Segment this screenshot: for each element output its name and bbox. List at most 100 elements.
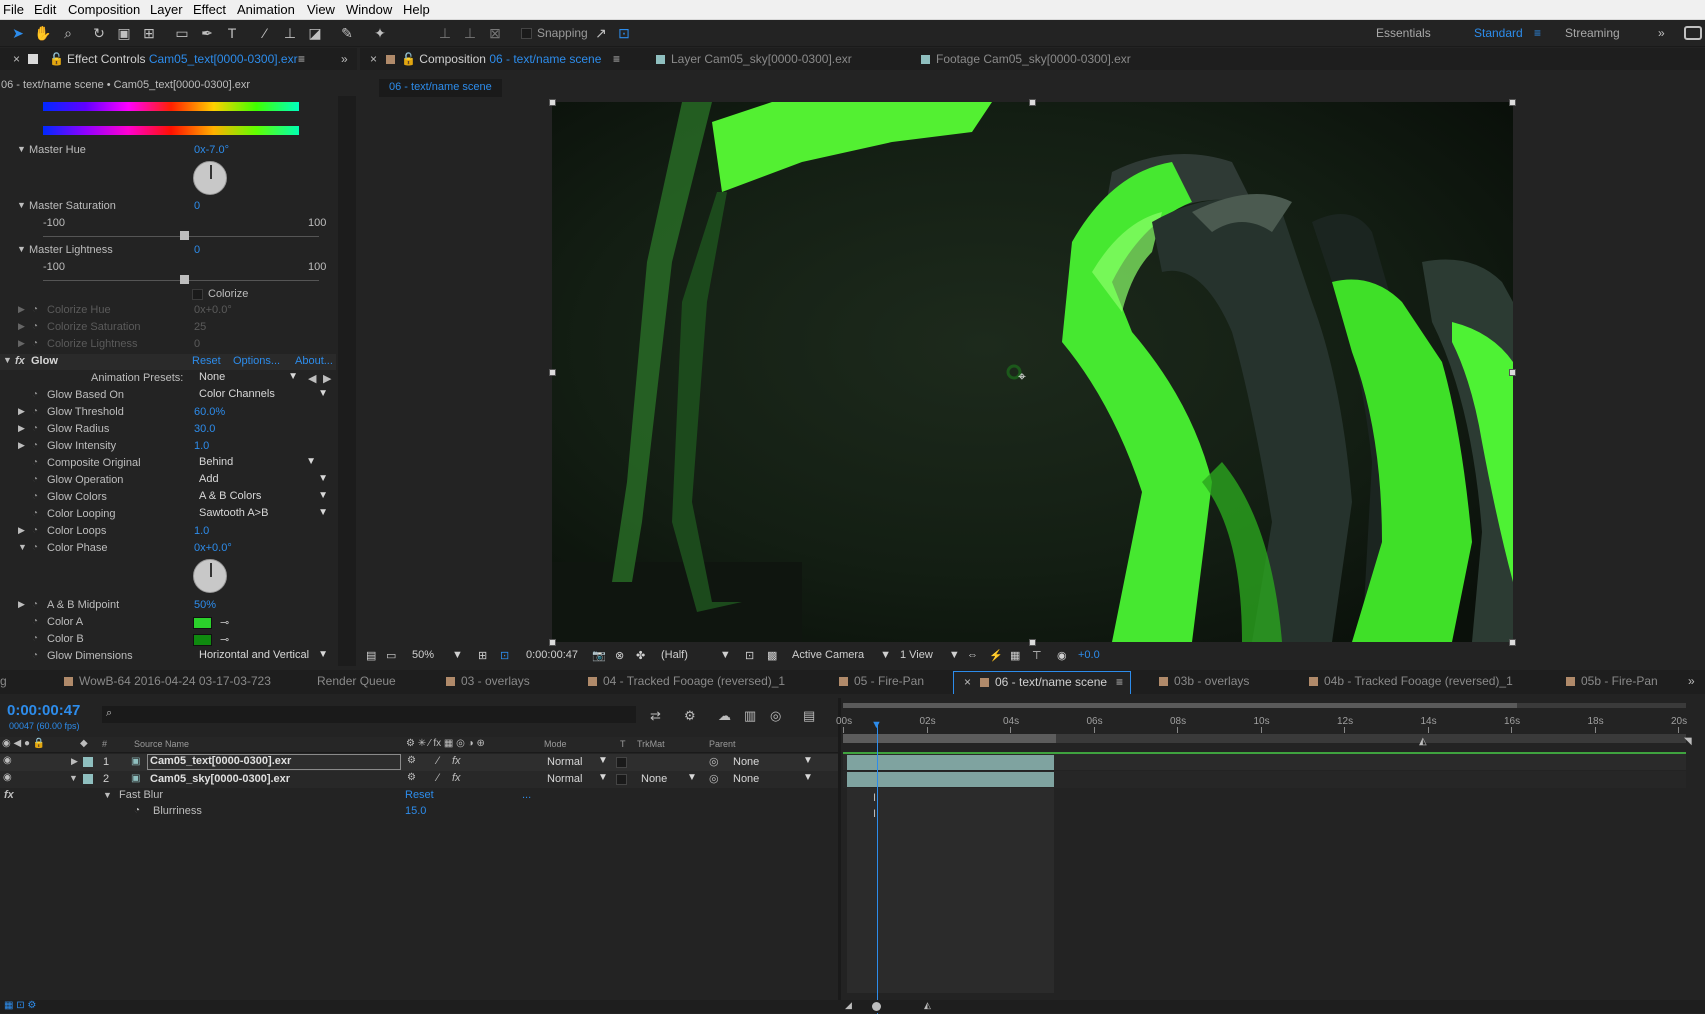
layer-1-bar[interactable] bbox=[847, 755, 1054, 770]
pan-behind-tool-icon[interactable]: ⊞ bbox=[140, 24, 158, 42]
eraser-tool-icon[interactable]: ◪ bbox=[306, 24, 324, 42]
region-of-interest-icon[interactable]: ⊡ bbox=[745, 649, 754, 662]
layer-handle-bl[interactable] bbox=[549, 639, 556, 646]
motion-blur-icon[interactable]: ◎ bbox=[770, 708, 781, 724]
close-comp-tab-icon[interactable]: × bbox=[370, 52, 377, 66]
color-b-eyedropper-icon[interactable]: ⊸ bbox=[220, 633, 229, 646]
blurriness-row[interactable]: ◔ Blurriness 15.0 bbox=[0, 804, 838, 821]
glow-colors-dropdown[interactable]: A & B Colors ▼ bbox=[194, 490, 330, 505]
timeline-tab-0[interactable]: g bbox=[0, 674, 7, 688]
layer-row-2[interactable]: ◉ ▼ 2 ▣ Cam05_sky[0000-0300].exr ⚙ ⁄ fx … bbox=[0, 771, 838, 788]
world-axis-icon[interactable]: ⊥ bbox=[461, 24, 479, 42]
snap-features-icon[interactable]: ⊡ bbox=[615, 24, 633, 42]
pen-tool-icon[interactable]: ✒ bbox=[198, 24, 216, 42]
brush-tool-icon[interactable]: ⁄ bbox=[256, 24, 274, 42]
colorize-checkbox[interactable] bbox=[192, 289, 203, 300]
color-looping-dropdown[interactable]: Sawtooth A>B ▼ bbox=[194, 507, 330, 522]
layer-handle-tc[interactable] bbox=[1029, 99, 1036, 106]
layer-handle-tl[interactable] bbox=[549, 99, 556, 106]
fast-previews-icon[interactable]: ⚡ bbox=[989, 649, 1003, 662]
selection-tool-icon[interactable]: ➤ bbox=[9, 24, 27, 42]
clone-stamp-tool-icon[interactable]: ⊥ bbox=[281, 24, 299, 42]
layer-1-mode[interactable]: Normal bbox=[547, 756, 582, 768]
comp-mini-flowchart-icon[interactable]: ⇄ bbox=[650, 708, 661, 724]
snap-edges-icon[interactable]: ↗ bbox=[592, 24, 610, 42]
glow-operation-dropdown[interactable]: Add ▼ bbox=[194, 473, 330, 488]
navigator-range[interactable] bbox=[843, 703, 1517, 708]
layer-handle-mr[interactable] bbox=[1509, 369, 1516, 376]
zoom-dropdown[interactable]: 50% ▼ bbox=[412, 649, 463, 661]
animation-presets-dropdown[interactable]: None ▼ bbox=[194, 371, 300, 386]
panel-divider[interactable] bbox=[838, 698, 841, 1013]
workspace-essentials[interactable]: Essentials bbox=[1376, 26, 1431, 40]
color-b-swatch[interactable] bbox=[193, 634, 212, 646]
title-safe-icon[interactable]: ⊞ bbox=[478, 649, 487, 662]
monitor-icon[interactable]: ▭ bbox=[386, 649, 396, 662]
zoom-tool-icon[interactable]: ⌕ bbox=[59, 24, 77, 42]
layer-2-name[interactable]: Cam05_sky[0000-0300].exr bbox=[150, 773, 290, 785]
menu-file[interactable]: File bbox=[3, 2, 24, 17]
timeline-icon[interactable]: ▦ bbox=[1010, 649, 1020, 662]
color-phase-dial[interactable] bbox=[193, 559, 227, 593]
color-a-eyedropper-icon[interactable]: ⊸ bbox=[220, 616, 229, 629]
workspace-menu-icon[interactable]: ≡ bbox=[1534, 26, 1541, 40]
timeline-tab-5[interactable]: 05 - Fire-Pan bbox=[839, 674, 924, 688]
zoom-slider-handle[interactable] bbox=[872, 1002, 881, 1011]
layer-2-trkmat[interactable]: None bbox=[641, 773, 667, 785]
preset-next-icon[interactable]: ▶ bbox=[323, 372, 331, 385]
glow-dimensions-dropdown[interactable]: Horizontal and Vertical ▼ bbox=[194, 649, 330, 664]
fast-blur-options-link[interactable]: ... bbox=[522, 789, 531, 801]
layer-handle-tr[interactable] bbox=[1509, 99, 1516, 106]
layer-2-parent[interactable]: None bbox=[733, 773, 759, 785]
master-hue-row[interactable]: ▼ Master Hue 0x-7.0° bbox=[0, 143, 336, 159]
color-phase-row[interactable]: ▼ ◔ Color Phase 0x+0.0° bbox=[0, 541, 336, 557]
transparency-grid-icon[interactable]: ▩ bbox=[767, 649, 777, 662]
preserve-transparency-checkbox[interactable] bbox=[616, 774, 627, 785]
parent-header[interactable]: Parent bbox=[709, 739, 736, 749]
rectangle-tool-icon[interactable]: ▭ bbox=[173, 24, 191, 42]
saturation-slider-handle[interactable] bbox=[180, 231, 189, 240]
timeline-active-tab[interactable]: × 06 - text/name scene ≡ bbox=[953, 671, 1131, 694]
viewer-timecode[interactable]: 0:00:00:47 bbox=[526, 649, 578, 661]
search-help-icon[interactable] bbox=[1684, 26, 1702, 40]
menu-composition[interactable]: Composition bbox=[68, 2, 140, 17]
snapping-checkbox[interactable] bbox=[521, 28, 532, 39]
glow-intensity-row[interactable]: ▶ ◔ Glow Intensity 1.0 bbox=[0, 439, 336, 455]
resolution-dropdown[interactable]: (Half) ▼ bbox=[661, 649, 731, 661]
blurriness-value[interactable]: 15.0 bbox=[405, 805, 426, 817]
channel-icon[interactable]: ✤ bbox=[636, 649, 645, 662]
mode-header[interactable]: Mode bbox=[544, 739, 567, 749]
rotate-tool-icon[interactable]: ↻ bbox=[90, 24, 108, 42]
glow-based-on-dropdown[interactable]: Color Channels ▼ bbox=[194, 388, 330, 403]
layer-label-color[interactable] bbox=[83, 757, 93, 767]
comp-tab[interactable]: 🔓 Composition 06 - text/name scene bbox=[386, 52, 601, 66]
toggle-pixel-aspect-icon[interactable]: ⇔ bbox=[967, 649, 978, 661]
menu-view[interactable]: View bbox=[307, 2, 335, 17]
view-axis-icon[interactable]: ⊠ bbox=[486, 24, 504, 42]
trkmat-header[interactable]: TrkMat bbox=[637, 739, 665, 749]
lock-icon[interactable]: 🔓 bbox=[49, 52, 64, 66]
preserve-transparency-checkbox[interactable] bbox=[616, 757, 627, 768]
menu-window[interactable]: Window bbox=[346, 2, 392, 17]
timeline-tab-render-queue[interactable]: Render Queue bbox=[317, 674, 396, 688]
master-lightness-row[interactable]: ▼ Master Lightness 0 bbox=[0, 243, 336, 259]
timeline-tab-9[interactable]: 05b - Fire-Pan bbox=[1566, 674, 1658, 688]
menu-layer[interactable]: Layer bbox=[150, 2, 183, 17]
effect-controls-tab[interactable]: Effect Controls Cam05_text[0000-0300].ex… bbox=[67, 52, 298, 66]
lightness-slider-handle[interactable] bbox=[180, 275, 189, 284]
menu-edit[interactable]: Edit bbox=[34, 2, 56, 17]
type-tool-icon[interactable]: T bbox=[223, 24, 241, 42]
hide-shy-layers-icon[interactable]: ☁ bbox=[718, 708, 731, 724]
layer-label-color[interactable] bbox=[83, 774, 93, 784]
effect-panel-scrollbar[interactable] bbox=[338, 96, 356, 666]
composite-original-dropdown[interactable]: Behind ▼ bbox=[194, 456, 318, 471]
preset-prev-icon[interactable]: ◀ bbox=[308, 372, 316, 385]
camera-dropdown[interactable]: Active Camera ▼ bbox=[792, 649, 891, 661]
hand-tool-icon[interactable]: ✋ bbox=[34, 24, 52, 42]
source-name-header[interactable]: Source Name bbox=[134, 739, 189, 749]
exposure-value[interactable]: +0.0 bbox=[1078, 649, 1100, 661]
ab-midpoint-row[interactable]: ▶ ◔ A & B Midpoint 50% bbox=[0, 598, 336, 614]
glow-reset-link[interactable]: Reset bbox=[192, 355, 221, 367]
master-hue-dial[interactable] bbox=[193, 161, 227, 195]
timeline-tab-8[interactable]: 04b - Tracked Fooage (reversed)_1 bbox=[1309, 674, 1513, 688]
